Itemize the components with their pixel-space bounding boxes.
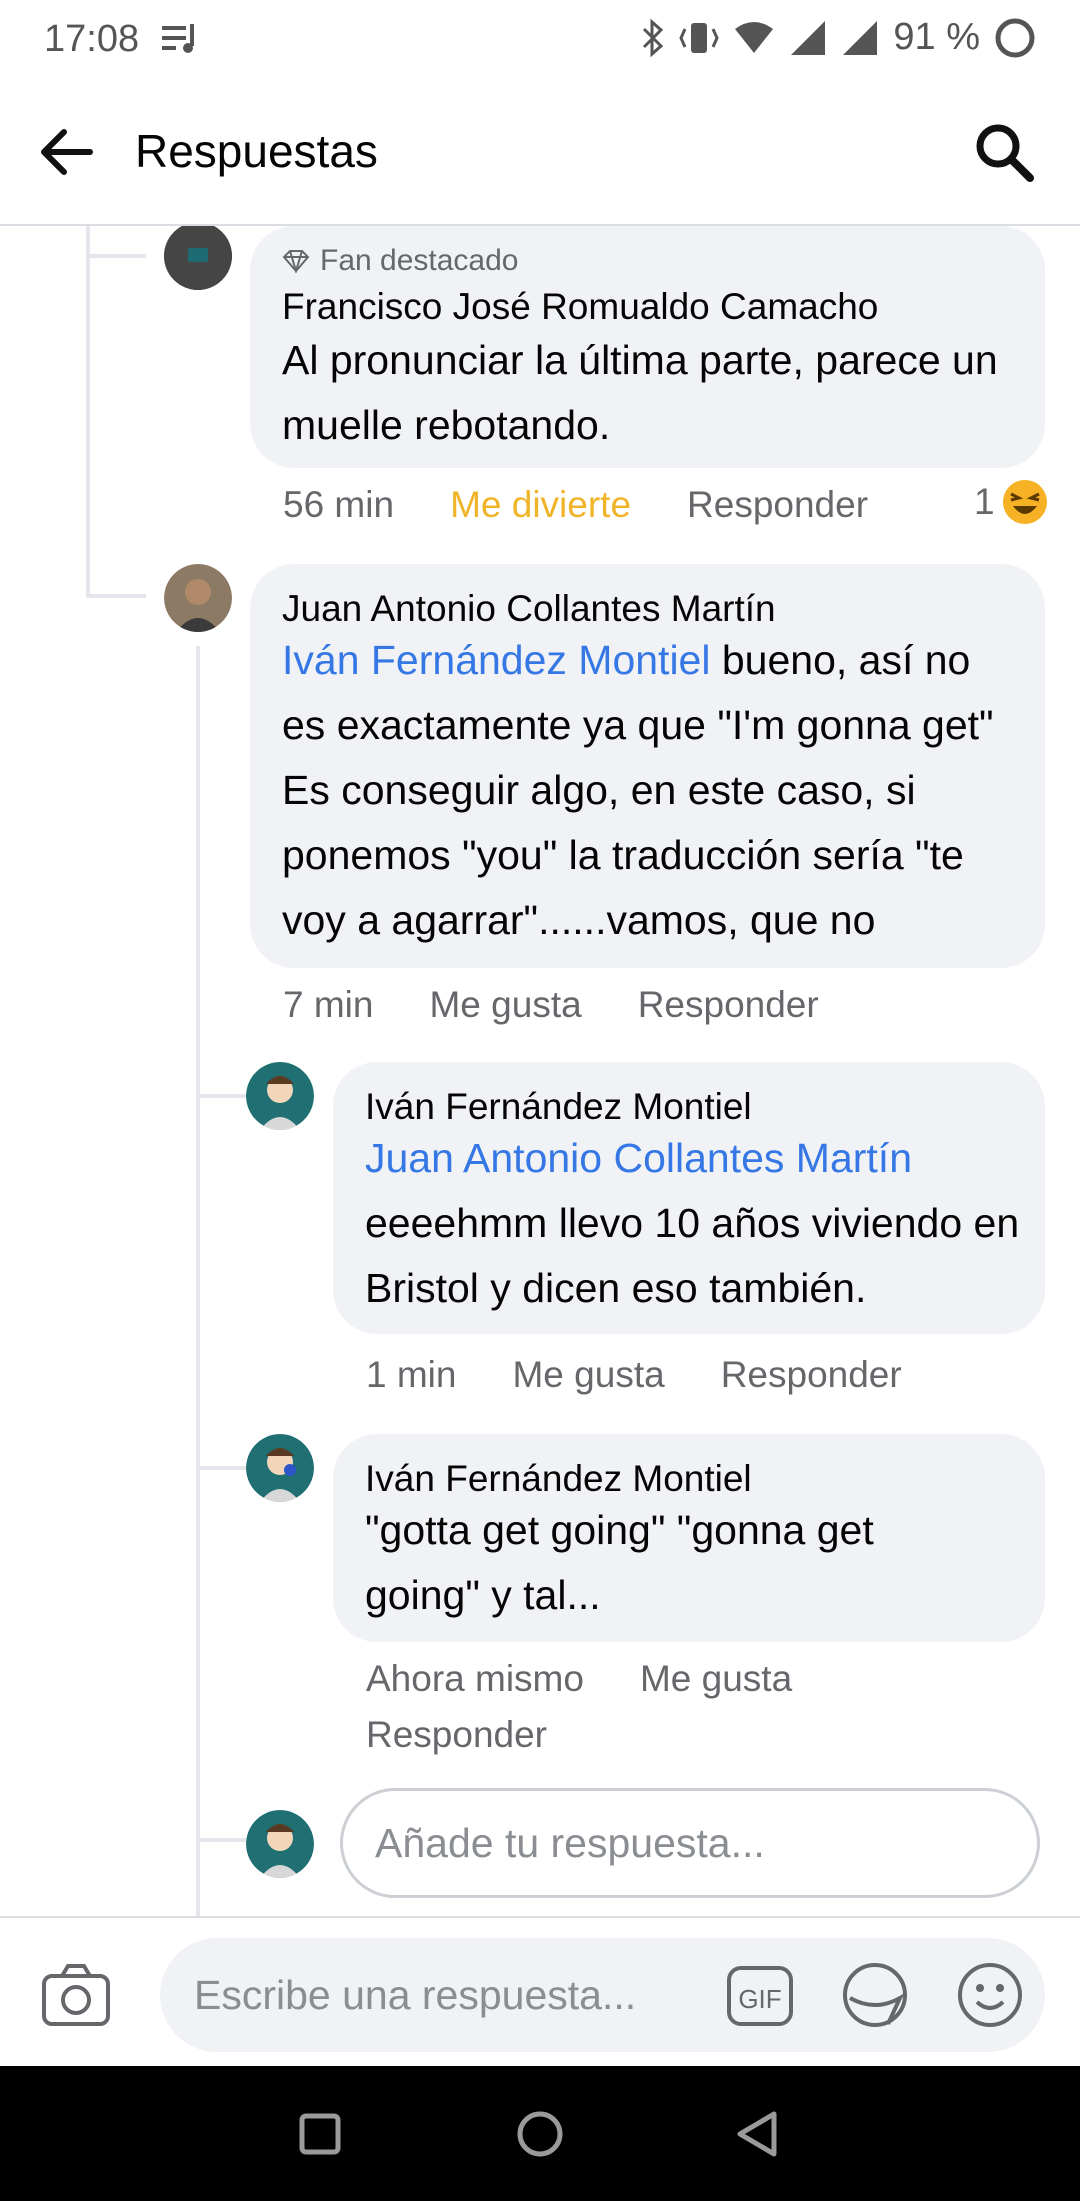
camera-icon[interactable] [40, 1962, 112, 2028]
comment-body: eeeehmm llevo 10 años viviendo en Bristo… [365, 1200, 1020, 1311]
search-icon[interactable] [972, 120, 1036, 184]
like-button[interactable]: Me gusta [640, 1658, 792, 1700]
mention-link[interactable]: Iván Fernández Montiel [282, 637, 710, 683]
comment-time: Ahora mismo [366, 1658, 584, 1699]
avatar[interactable] [164, 226, 232, 290]
comment-time: 56 min [283, 484, 395, 525]
recents-icon[interactable] [298, 2112, 342, 2156]
comment-thread: Fan destacado Francisco José Romualdo Ca… [0, 226, 1080, 1916]
avatar[interactable] [246, 1062, 314, 1130]
avatar[interactable] [246, 1434, 314, 1502]
battery-percent: 91 % [893, 16, 980, 58]
home-icon[interactable] [516, 2110, 564, 2158]
comment-actions: Ahora mismo Me gusta Responder [366, 1658, 906, 1756]
message-input-placeholder: Escribe una respuesta... [194, 1972, 637, 2018]
mention-link[interactable]: Juan Antonio Collantes Martín [365, 1126, 1025, 1191]
status-time: 17:08 [44, 18, 140, 60]
thread-line-inner-elbow-2 [196, 1466, 246, 1470]
thread-line-inner [196, 646, 200, 1916]
reaction-count-value: 1 [974, 481, 995, 522]
comment-author[interactable]: Francisco José Romualdo Camacho [282, 286, 878, 328]
reaction-count[interactable]: 1 [974, 478, 1049, 526]
comment-text: "gotta get going" "gonna get going" y ta… [365, 1507, 874, 1618]
like-button[interactable]: Me gusta [512, 1354, 664, 1396]
thread-line-inner-elbow-1 [196, 1094, 246, 1098]
reaction-button[interactable]: Me divierte [450, 484, 631, 526]
signal-icon-2 [843, 20, 878, 55]
bluetooth-icon [643, 18, 664, 57]
wifi-icon [735, 21, 774, 53]
comment-bubble: Juan Antonio Collantes Martín Iván Ferná… [250, 564, 1045, 968]
reply-input-placeholder: Añade tu respuesta... [375, 1819, 765, 1866]
comment-bubble: Iván Fernández Montiel Juan Antonio Coll… [333, 1062, 1045, 1334]
thread-line-outer-elbow-1 [86, 254, 146, 258]
back-arrow-icon[interactable] [34, 120, 98, 184]
avatar[interactable] [164, 564, 232, 632]
svg-text:GIF: GIF [738, 1984, 781, 2014]
thread-line-inner-elbow-3 [196, 1838, 246, 1842]
comment-bubble: Iván Fernández Montiel "gotta get going"… [333, 1434, 1045, 1642]
diamond-icon [282, 250, 310, 273]
comment-author[interactable]: Juan Antonio Collantes Martín [282, 588, 776, 630]
signal-icon [791, 20, 826, 55]
top-fan-badge: Fan destacado [282, 244, 518, 278]
reply-button[interactable]: Responder [366, 1714, 547, 1756]
sticker-icon[interactable] [840, 1960, 910, 2030]
reply-button[interactable]: Responder [687, 484, 868, 526]
back-icon[interactable] [734, 2110, 780, 2158]
comment-author[interactable]: Iván Fernández Montiel [365, 1458, 752, 1500]
comment-actions: 1 min Me gusta Responder [366, 1354, 902, 1396]
like-button[interactable]: Me gusta [429, 984, 581, 1026]
system-nav-bar [0, 2066, 1080, 2201]
comment-author[interactable]: Iván Fernández Montiel [365, 1086, 752, 1128]
page-title: Respuestas [135, 125, 378, 177]
status-icons: 91 % [641, 16, 1036, 59]
music-queue-icon [162, 24, 194, 53]
status-bar: 17:08 91 % [0, 0, 1080, 80]
comment-text: Al pronunciar la última parte, parece un… [282, 337, 998, 448]
comment-bubble: Fan destacado Francisco José Romualdo Ca… [250, 226, 1045, 468]
emoji-icon[interactable] [955, 1960, 1025, 2030]
reply-button[interactable]: Responder [721, 1354, 902, 1396]
reply-input[interactable]: Añade tu respuesta... [340, 1788, 1040, 1898]
gif-icon[interactable]: GIF [725, 1960, 795, 2030]
comment-actions: 56 min Me divierte Responder [283, 484, 868, 526]
reply-button[interactable]: Responder [638, 984, 819, 1026]
app-bar: Respuestas [0, 80, 1080, 226]
message-input[interactable]: Escribe una respuesta... GIF [160, 1938, 1045, 2052]
my-avatar [246, 1810, 314, 1878]
thread-line-outer-elbow-2 [86, 594, 146, 598]
comment-text: Juan Antonio Collantes Martín eeeehmm ll… [365, 1126, 1025, 1321]
badge-label: Fan destacado [320, 244, 519, 277]
comment-actions: 7 min Me gusta Responder [283, 984, 819, 1026]
comment-time: 7 min [283, 984, 374, 1025]
thread-line-outer [86, 226, 90, 596]
comment-time: 1 min [366, 1354, 457, 1395]
vibrate-icon [679, 22, 720, 53]
haha-emoji-icon [1002, 480, 1047, 524]
composer-bar: Escribe una respuesta... GIF [0, 1916, 1080, 2068]
battery-icon [995, 18, 1035, 57]
comment-text: Iván Fernández Montiel bueno, así no es … [282, 628, 1017, 953]
